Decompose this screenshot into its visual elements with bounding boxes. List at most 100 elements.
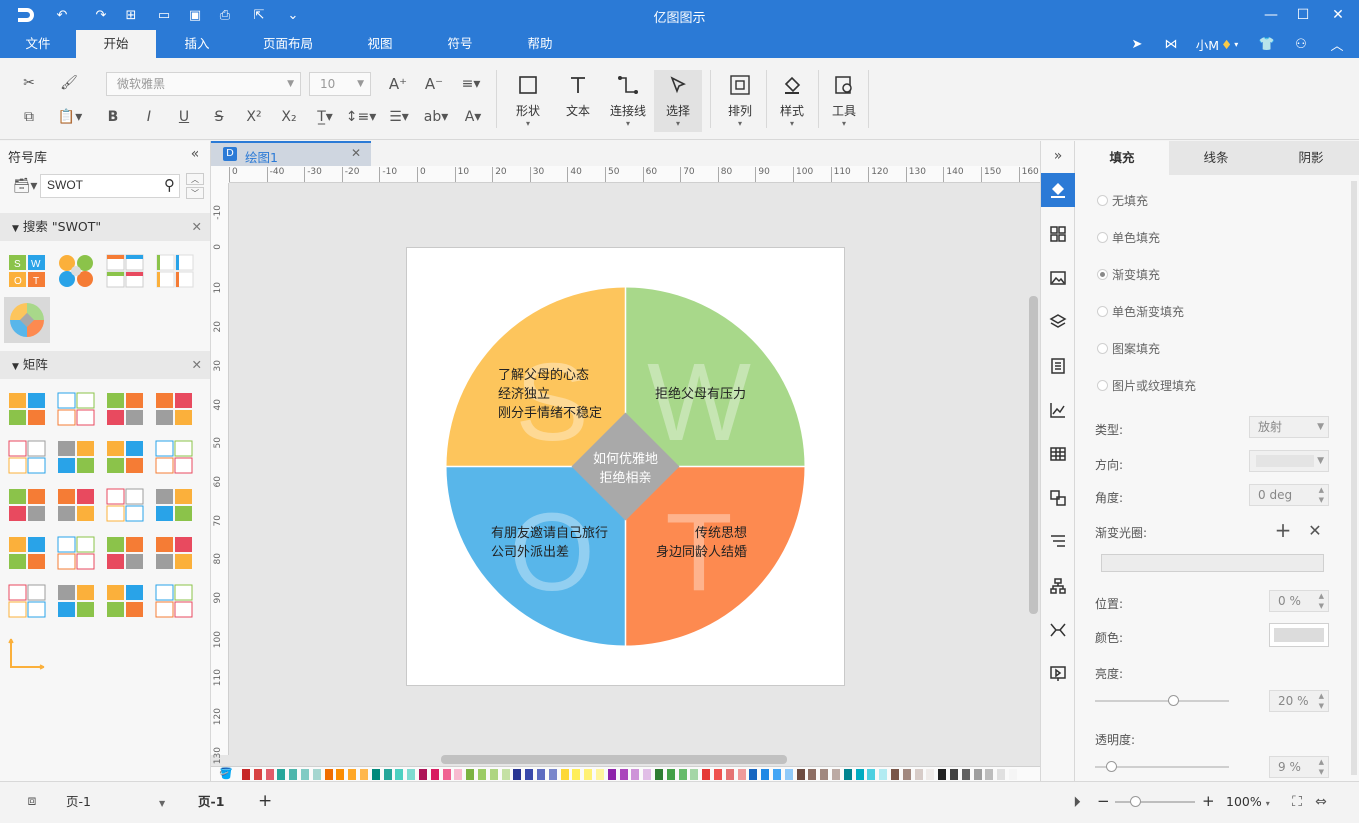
color-swatch[interactable]	[938, 769, 947, 780]
color-swatch[interactable]	[725, 769, 734, 780]
zoom-slider[interactable]	[1115, 801, 1195, 803]
brightness-slider-knob[interactable]	[1168, 695, 1179, 706]
zoom-slider-knob[interactable]	[1130, 796, 1141, 807]
text-highlight-icon[interactable]: ab▾	[420, 106, 452, 128]
org-chart-icon[interactable]	[1041, 569, 1075, 603]
color-swatch[interactable]	[596, 769, 604, 780]
color-swatch[interactable]	[383, 769, 392, 780]
fill-option-solid[interactable]: 单色填充	[1097, 229, 1160, 246]
superscript-icon[interactable]: X²	[243, 106, 265, 128]
color-swatch[interactable]	[749, 769, 758, 780]
menu-symbol[interactable]: 符号	[440, 30, 480, 58]
color-swatch[interactable]	[985, 769, 994, 780]
color-swatch[interactable]	[289, 769, 298, 780]
strikethrough-icon[interactable]: S	[208, 106, 230, 128]
brightness-input[interactable]: 20 % ▲ ▼	[1269, 690, 1329, 712]
color-swatch[interactable]	[501, 769, 510, 780]
library-search-input[interactable]	[47, 178, 147, 192]
matrix-shape[interactable]	[8, 391, 46, 427]
subscript-icon[interactable]: X₂	[278, 106, 300, 128]
color-swatch[interactable]	[395, 769, 404, 780]
close-tab-icon[interactable]: ✕	[351, 146, 361, 160]
color-swatch[interactable]	[737, 769, 746, 780]
color-swatch[interactable]	[961, 769, 970, 780]
align-icon[interactable]: ≡▾	[456, 72, 486, 96]
scroll-down-icon[interactable]: ﹀	[186, 187, 204, 199]
collapse-panel-icon[interactable]: «	[186, 145, 204, 163]
menu-home[interactable]: 开始	[76, 30, 156, 58]
color-swatch[interactable]	[997, 769, 1006, 780]
page-view-icon[interactable]: ⧈	[20, 792, 44, 810]
search-section-header[interactable]: ▼ 搜索 "SWOT" ✕	[0, 213, 210, 241]
color-picker[interactable]	[1269, 623, 1329, 647]
select-button[interactable]: 选择 ▾	[654, 70, 702, 132]
document-tab[interactable]: D 绘图1 ✕	[211, 141, 371, 166]
format-painter-icon[interactable]: 🖌	[58, 72, 80, 94]
matrix-section-header[interactable]: ▼ 矩阵 ✕	[0, 351, 210, 379]
color-swatch[interactable]	[548, 769, 557, 780]
fit-width-icon[interactable]: ⇔	[1312, 793, 1330, 811]
matrix-shape[interactable]	[106, 391, 144, 427]
color-swatch[interactable]	[607, 769, 616, 780]
color-swatch[interactable]	[773, 769, 781, 780]
color-swatch[interactable]	[371, 769, 380, 780]
close-icon[interactable]: ✕	[192, 351, 202, 379]
line-spacing-icon[interactable]: ↕≡▾	[345, 106, 377, 128]
presentation-icon[interactable]	[1041, 525, 1075, 559]
bold-icon[interactable]: B	[102, 106, 124, 128]
shape-button[interactable]: 形状 ▾	[504, 70, 552, 132]
search-icon[interactable]: ⚲	[164, 176, 175, 194]
maximize-button[interactable]: ☐	[1290, 4, 1316, 26]
direction-select[interactable]: ▼	[1249, 450, 1329, 472]
color-swatch[interactable]	[324, 769, 333, 780]
font-shrink-icon[interactable]: A⁻	[422, 72, 446, 96]
slideshow-icon[interactable]	[1041, 657, 1075, 691]
swot-template-1[interactable]: SWOT	[8, 253, 46, 289]
zoom-in-icon[interactable]: +	[1202, 782, 1215, 821]
matrix-shape[interactable]	[155, 583, 193, 619]
color-swatch[interactable]	[277, 769, 286, 780]
tab-line[interactable]: 线条	[1169, 141, 1263, 175]
play-icon[interactable]: ⏵	[1067, 792, 1087, 812]
fill-option-pattern[interactable]: 图案填充	[1097, 340, 1160, 357]
style-button[interactable]: 样式 ▾	[768, 70, 816, 132]
color-swatch[interactable]	[572, 769, 581, 780]
matrix-shape[interactable]	[57, 535, 95, 571]
color-swatch[interactable]	[784, 769, 793, 780]
matrix-shape[interactable]	[155, 535, 193, 571]
send-icon[interactable]: ➤	[1128, 34, 1146, 54]
color-swatch[interactable]	[301, 769, 309, 780]
table-icon[interactable]	[1041, 437, 1075, 471]
color-swatch[interactable]	[265, 769, 274, 780]
color-swatch[interactable]	[407, 769, 416, 780]
color-swatch[interactable]	[690, 769, 699, 780]
theme-grid-icon[interactable]	[1041, 217, 1075, 251]
swot-template-2[interactable]	[57, 253, 95, 289]
fill-option-mono-gradient[interactable]: 单色渐变填充	[1097, 303, 1184, 320]
scroll-up-icon[interactable]: ︿	[186, 173, 204, 185]
color-swatch[interactable]	[1009, 769, 1017, 780]
layers-icon[interactable]	[1041, 305, 1075, 339]
menu-view[interactable]: 视图	[360, 30, 400, 58]
close-button[interactable]: ✕	[1325, 4, 1351, 26]
fill-option-none[interactable]: 无填充	[1097, 192, 1148, 209]
matrix-shape[interactable]	[106, 487, 144, 523]
color-swatch[interactable]	[867, 769, 876, 780]
expand-panel-icon[interactable]: »	[1041, 141, 1075, 171]
font-size-select[interactable]: 10 ▼	[309, 72, 371, 96]
color-swatch[interactable]	[430, 769, 439, 780]
color-swatch[interactable]	[489, 769, 498, 780]
menu-file[interactable]: 文件	[18, 30, 58, 58]
add-page-icon[interactable]: +	[258, 782, 272, 821]
color-swatch[interactable]	[666, 769, 675, 780]
bullet-list-icon[interactable]: ☰▾	[384, 106, 414, 128]
mind-map-icon[interactable]	[1041, 613, 1075, 647]
matrix-shape[interactable]	[8, 583, 46, 619]
color-swatch[interactable]	[702, 769, 711, 780]
color-swatch[interactable]	[761, 769, 770, 780]
swot-template-4[interactable]	[156, 253, 194, 289]
color-swatch[interactable]	[973, 769, 982, 780]
color-swatch[interactable]	[584, 769, 593, 780]
color-swatch[interactable]	[619, 769, 628, 780]
matrix-shape[interactable]	[8, 487, 46, 523]
